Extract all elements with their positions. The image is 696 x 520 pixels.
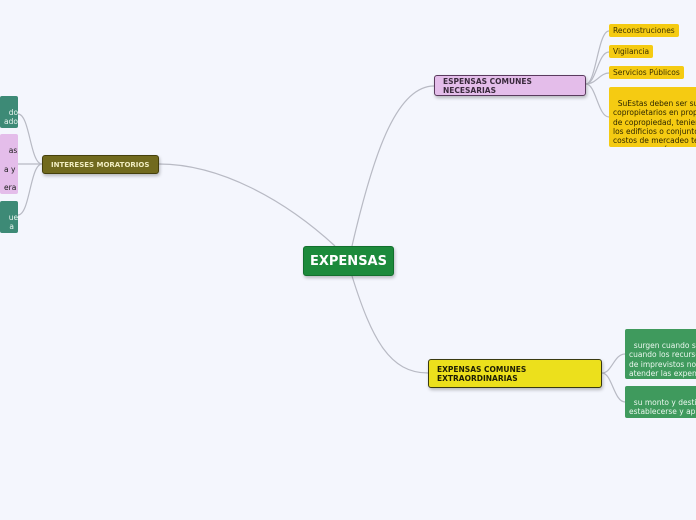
subtopic-servicios-publicos[interactable]: Servicios Públicos [609,66,684,79]
subtopic-intereses-leaf-1[interactable]: do ado. [0,96,18,128]
topic-label: ESPENSAS COMUNES NECESARIAS [443,76,532,95]
link-int-leaf3 [17,163,43,216]
subtopic-intereses-leaf-2[interactable]: as, a y era [0,134,18,194]
subtopic-label: Vigilancia [613,47,650,56]
subtopic-label: Servicios Públicos [613,68,680,77]
link-ext-monto [601,372,626,403]
topic-expensas-comunes-extraordinarias[interactable]: EXPENSAS COMUNES EXTRAORDINARIAS [428,359,602,388]
subtopic-label: as, a y era [4,146,18,193]
subtopic-vigilancia[interactable]: Vigilancia [609,45,654,58]
topic-intereses-moratorios[interactable]: INTERESES MORATORIOS [42,155,159,174]
subtopic-label: do ado. [4,108,18,127]
link-main-extraordinarias [351,275,429,374]
subtopic-label: ue a [8,213,18,232]
link-int-leaf1 [17,113,43,165]
topic-label: INTERESES MORATORIOS [51,160,150,169]
link-main-necesarias [351,85,435,247]
subtopic-label: Reconstruciones [613,26,675,35]
link-nec-reconstruciones [585,30,610,85]
subtopic-label: su monto y destinación deben establecers… [629,398,696,418]
subtopic-reconstruciones[interactable]: Reconstruciones [609,24,679,37]
subtopic-monto-destinacion[interactable]: su monto y destinación deben establecers… [625,386,696,418]
topic-expensas-comunes-necesarias[interactable]: ESPENSAS COMUNES NECESARIAS [434,75,586,96]
subtopic-sufragadas-copropietarios[interactable]: SuEstas deben ser sufragadas por los cop… [609,87,696,147]
subtopic-surgen-situaciones[interactable]: surgen cuando se presentan situaciones c… [625,329,696,379]
link-ext-surgen [601,353,626,374]
subtopic-label: surgen cuando se presentan situaciones c… [629,341,696,379]
topic-label: EXPENSAS COMUNES EXTRAORDINARIAS [437,364,527,383]
link-main-intereses [158,163,336,247]
subtopic-intereses-leaf-3[interactable]: ue a [0,201,18,233]
central-topic-expensas[interactable]: EXPENSAS [303,246,394,276]
link-nec-long [585,83,610,118]
subtopic-label: SuEstas deben ser sufragadas por los cop… [613,99,696,147]
central-topic-label: EXPENSAS [310,253,387,269]
